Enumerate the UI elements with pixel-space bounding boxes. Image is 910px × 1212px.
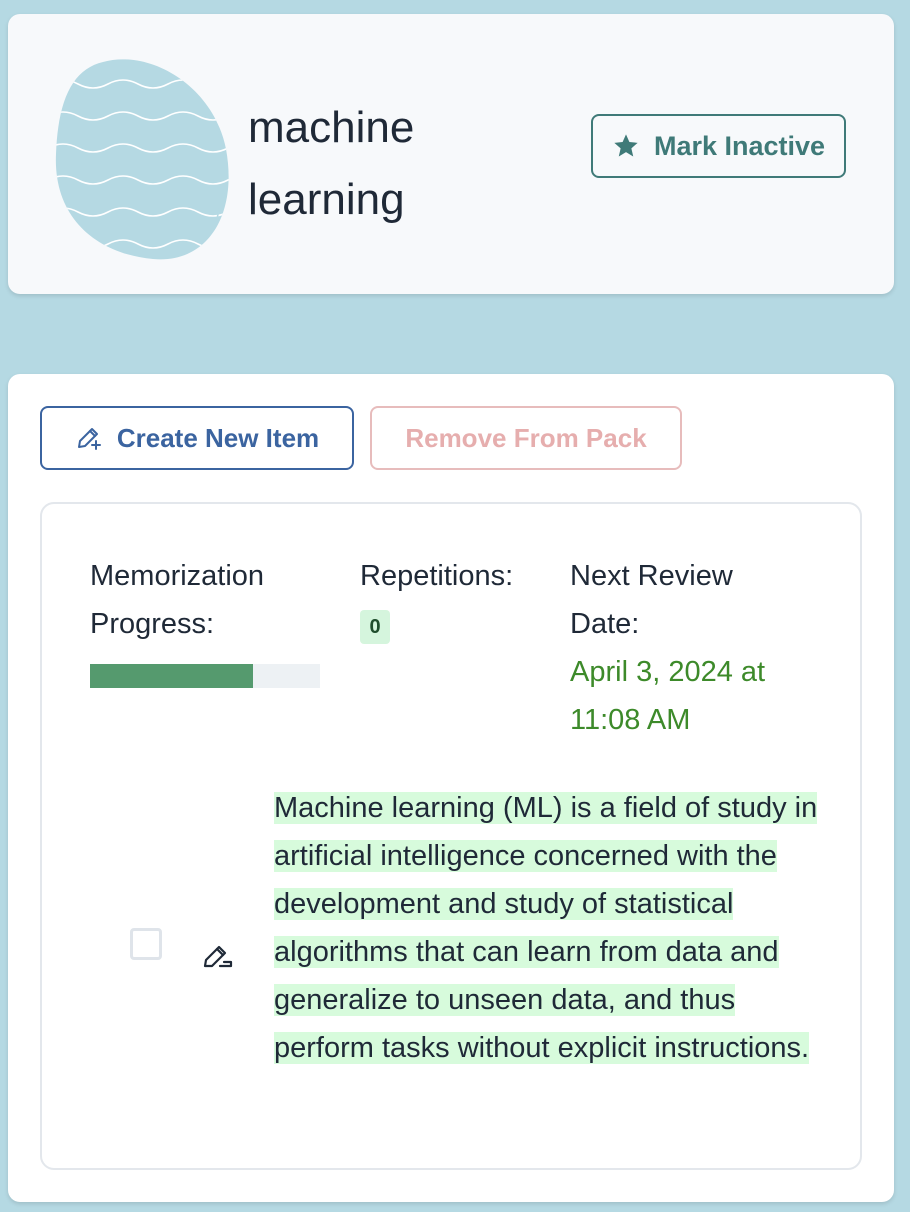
pack-logo-icon [55,59,229,260]
pack-title: machine learning [248,92,568,236]
repetitions-label: Repetitions: [360,560,514,592]
star-icon [614,134,638,157]
pack-title-line: machine [248,103,415,152]
next-review-date: April 3, 2024 at 11:08 AM [570,648,830,744]
date-line: 11:08 AM [570,704,691,736]
date-line: April 3, 2024 at [570,656,766,688]
next-review-label: Next Review Date: [570,552,733,648]
pencil-plus-icon [77,428,101,450]
memorization-progress-bar [90,664,320,688]
label-line: Memorization [90,560,265,592]
memorization-progress-label: Memorization Progress: [90,552,264,648]
label-line: Next Review [570,560,733,592]
item-select-checkbox[interactable] [130,928,162,960]
item-content-highlight: Machine learning (ML) is a field of stud… [274,792,818,1064]
create-new-item-label: Create New Item [116,422,320,453]
progress-fill [90,664,254,688]
repetitions-badge: 0 [360,610,390,644]
label-line: Date: [570,608,640,640]
item-content-text: Machine learning (ML) is a field of stud… [274,784,834,1072]
item-card: Memorization Progress: Repetitions: 0 Ne… [40,502,862,1170]
mark-inactive-label: Mark Inactive [653,130,826,161]
label-line: Progress: [90,608,215,640]
create-new-item-button[interactable]: Create New Item [40,406,354,470]
pack-header: machine learning Mark Inactive [8,14,894,294]
items-panel: Create New Item Remove From Pack Memoriz… [8,374,894,1202]
mark-inactive-button[interactable]: Mark Inactive [591,114,846,178]
remove-from-pack-button[interactable]: Remove From Pack [370,406,682,470]
remove-from-pack-label: Remove From Pack [405,422,647,453]
pencil-edit-icon[interactable] [202,940,234,970]
pack-title-line: learning [248,175,405,224]
